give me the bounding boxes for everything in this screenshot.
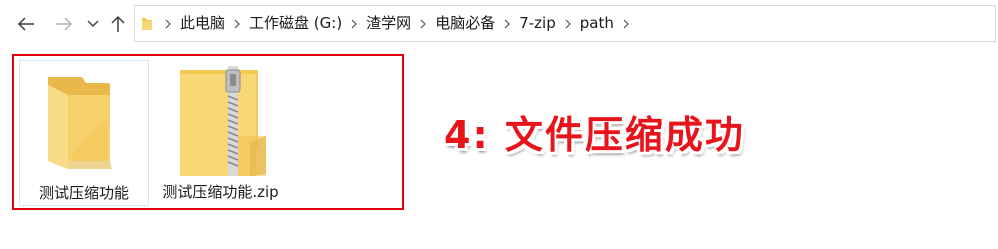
chevron-right-icon[interactable]: [615, 5, 637, 42]
recent-locations-button[interactable]: [84, 10, 102, 38]
chevron-down-icon: [87, 20, 99, 27]
chevron-right-icon[interactable]: [343, 5, 365, 42]
folder-name: 测试压缩功能: [38, 184, 129, 202]
breadcrumb-folder-1[interactable]: 渣学网: [365, 5, 412, 42]
breadcrumb-current[interactable]: path: [579, 5, 615, 42]
address-bar[interactable]: 此电脑 工作磁盘 (G:) 渣学网 电脑必备 7-zip path: [134, 5, 996, 42]
folder-icon: [48, 77, 112, 169]
chevron-right-icon[interactable]: [496, 5, 518, 42]
arrow-left-icon: [17, 17, 34, 31]
chevron-right-icon[interactable]: [226, 5, 248, 42]
breadcrumb-this-pc[interactable]: 此电脑: [179, 5, 226, 42]
chevron-right-icon[interactable]: [557, 5, 579, 42]
arrow-right-icon: [56, 17, 73, 31]
navigation-bar: 此电脑 工作磁盘 (G:) 渣学网 电脑必备 7-zip path: [0, 0, 998, 48]
forward-button[interactable]: [50, 10, 78, 38]
zip-folder-icon: [180, 66, 266, 176]
chevron-right-icon[interactable]: [157, 5, 179, 42]
up-button[interactable]: [106, 10, 130, 38]
zip-file-item[interactable]: 测试压缩功能.zip: [158, 60, 283, 206]
folder-icon: [141, 17, 153, 31]
breadcrumb-folder-3[interactable]: 7-zip: [518, 5, 557, 42]
folder-item[interactable]: 测试压缩功能: [19, 60, 149, 206]
breadcrumb-drive[interactable]: 工作磁盘 (G:): [248, 5, 343, 42]
zip-file-name: 测试压缩功能.zip: [162, 183, 279, 201]
breadcrumb-folder-2[interactable]: 电脑必备: [434, 5, 496, 42]
chevron-right-icon[interactable]: [412, 5, 434, 42]
arrow-up-icon: [111, 15, 125, 32]
step-annotation: 4: 文件压缩成功: [444, 113, 745, 157]
back-button[interactable]: [12, 10, 40, 38]
